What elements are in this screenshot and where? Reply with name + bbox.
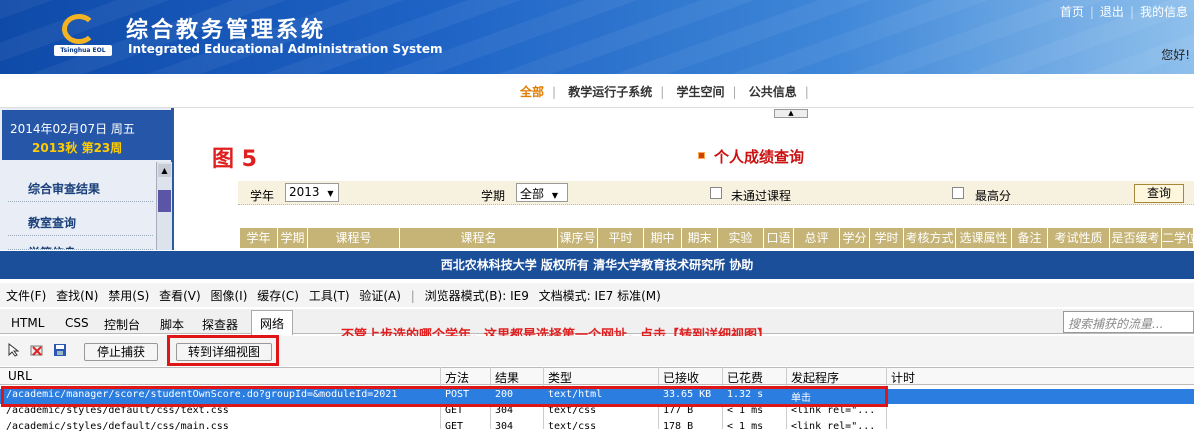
col-initiator[interactable]: 发起程序 (791, 369, 839, 386)
failed-checkbox[interactable] (710, 187, 722, 199)
nav-item-teaching[interactable]: 教学运行子系统 (568, 85, 652, 99)
menu-disable[interactable]: 禁用(S) (108, 289, 149, 303)
collapse-icon[interactable]: ▲ (774, 109, 808, 118)
greeting: 您好! (1161, 48, 1190, 62)
highest-label: 最高分 (975, 189, 1012, 203)
col-result[interactable]: 结果 (495, 369, 519, 386)
app-subtitle: Integrated Educational Administration Sy… (128, 42, 443, 56)
row-initiator: <link rel="... (791, 421, 876, 432)
my-info-link[interactable]: 我的信息 (1140, 5, 1188, 19)
tab-html[interactable]: HTML (11, 316, 44, 330)
logo: Tsinghua EOL (54, 10, 112, 56)
col-header: 平时 (598, 228, 644, 248)
tab-profiler[interactable]: 探查器 (202, 316, 238, 333)
highlight-box (167, 335, 279, 366)
menu-image[interactable]: 图像(I) (211, 289, 248, 303)
week-text: 2013秋 第23周 (32, 141, 123, 155)
query-button[interactable]: 查询 (1134, 184, 1184, 203)
nav-menu: 全部 | 教学运行子系统 | 学生空间 | 公共信息 | (520, 85, 809, 99)
year-select[interactable]: 2013 ▼ (285, 183, 339, 202)
tab-network[interactable]: 网络 (251, 310, 293, 335)
sidebar-item-status[interactable]: 学籍信息 (8, 238, 153, 250)
col-header: 选课属性 (956, 228, 1012, 248)
highest-checkbox[interactable] (952, 187, 964, 199)
browser-mode[interactable]: 浏览器模式(B): IE9 (425, 289, 529, 303)
row-result: 304 (495, 421, 514, 432)
logout-link[interactable]: 退出 (1100, 5, 1124, 19)
row-taken: < 1 ms (727, 421, 764, 432)
col-header: 口语 (764, 228, 794, 248)
nav-item-public[interactable]: 公共信息 (749, 85, 797, 99)
col-header: 课程名 (400, 228, 558, 248)
year-label: 学年 (250, 189, 275, 203)
col-header: 期末 (682, 228, 718, 248)
col-header: 学分 (840, 228, 870, 248)
date-box: 2014年02月07日 周五 2013秋 第23周 (2, 110, 172, 160)
col-method[interactable]: 方法 (445, 369, 469, 386)
highlight-box (1, 386, 888, 407)
tab-script[interactable]: 脚本 (160, 316, 184, 333)
row-method: GET (445, 421, 464, 432)
table-row[interactable]: /academic/styles/default/css/text.css GE… (0, 405, 1194, 419)
menu-cache[interactable]: 缓存(C) (257, 289, 299, 303)
col-header: 课程号 (308, 228, 400, 248)
col-header: 二学位 (1162, 228, 1194, 248)
traffic-search-input[interactable]: 搜索捕获的流量... (1063, 311, 1194, 333)
nav-item-all[interactable]: 全部 (520, 85, 544, 99)
row-received: 178 B (663, 421, 694, 432)
col-received[interactable]: 已接收 (663, 369, 699, 386)
scroll-up-icon[interactable]: ▲ (158, 164, 171, 177)
col-header: 总评 (794, 228, 840, 248)
network-grid-header (0, 367, 1194, 385)
nav-item-student[interactable]: 学生空间 (677, 85, 725, 99)
menu-find[interactable]: 查找(N) (56, 289, 98, 303)
term-select[interactable]: 全部 ▼ (516, 183, 568, 202)
chevron-down-icon: ▼ (327, 189, 334, 198)
row-type: text/css (548, 421, 597, 432)
scroll-thumb[interactable] (158, 190, 171, 212)
top-links: 首页 | 退出 | 我的信息 (1059, 5, 1188, 19)
table-row[interactable]: /academic/styles/default/css/main.css GE… (0, 421, 1194, 435)
document-mode[interactable]: 文档模式: IE7 标准(M) (539, 289, 661, 303)
chevron-down-icon: ▼ (551, 191, 558, 200)
figure-label: 图 5 (212, 147, 257, 172)
term-label: 学期 (481, 189, 506, 203)
col-header: 考核方式 (904, 228, 956, 248)
col-header: 期中 (644, 228, 682, 248)
sidebar-item-classroom[interactable]: 教室查询 (8, 206, 153, 236)
page-title: 个人成绩查询 (714, 148, 805, 166)
footer: 西北农林科技大学 版权所有 清华大学教育技术研究所 协助 (0, 251, 1194, 279)
col-url[interactable]: URL (8, 369, 32, 383)
select-pointer-icon[interactable] (7, 343, 21, 357)
failed-label: 未通过课程 (731, 189, 792, 203)
row-url: /academic/styles/default/css/main.css (6, 421, 229, 432)
col-header: 学年 (240, 228, 278, 248)
clear-icon[interactable] (30, 343, 44, 357)
col-header: 实验 (718, 228, 764, 248)
col-header: 是否缓考 (1110, 228, 1162, 248)
menu-view[interactable]: 查看(V) (159, 289, 201, 303)
stop-capture-button[interactable]: 停止捕获 (84, 343, 158, 361)
col-header: 考试性质 (1048, 228, 1110, 248)
col-header: 课序号 (558, 228, 598, 248)
col-header: 备注 (1012, 228, 1048, 248)
menu-file[interactable]: 文件(F) (6, 289, 46, 303)
sidebar-item-audit[interactable]: 综合审查结果 (8, 172, 153, 202)
app-title: 综合教务管理系统 (126, 18, 327, 43)
col-header: 学时 (870, 228, 904, 248)
col-type[interactable]: 类型 (548, 369, 572, 386)
tab-console[interactable]: 控制台 (104, 316, 140, 333)
menu-tools[interactable]: 工具(T) (309, 289, 350, 303)
menu-validate[interactable]: 验证(A) (359, 289, 401, 303)
date-text: 2014年02月07日 周五 (10, 122, 135, 136)
save-icon[interactable] (53, 343, 67, 357)
score-table-header: 学年 学期 课程号 课程名 课序号 平时 期中 期末 实验 口语 总评 学分 学… (240, 228, 1194, 248)
sidebar-scrollbar[interactable]: ▲ (156, 162, 172, 250)
devtools-menu: 文件(F) 查找(N) 禁用(S) 查看(V) 图像(I) 缓存(C) 工具(T… (0, 283, 1194, 307)
col-header: 学期 (278, 228, 308, 248)
col-taken[interactable]: 已花费 (727, 369, 763, 386)
col-timing[interactable]: 计时 (891, 369, 915, 386)
home-link[interactable]: 首页 (1060, 5, 1084, 19)
tab-css[interactable]: CSS (65, 316, 89, 330)
